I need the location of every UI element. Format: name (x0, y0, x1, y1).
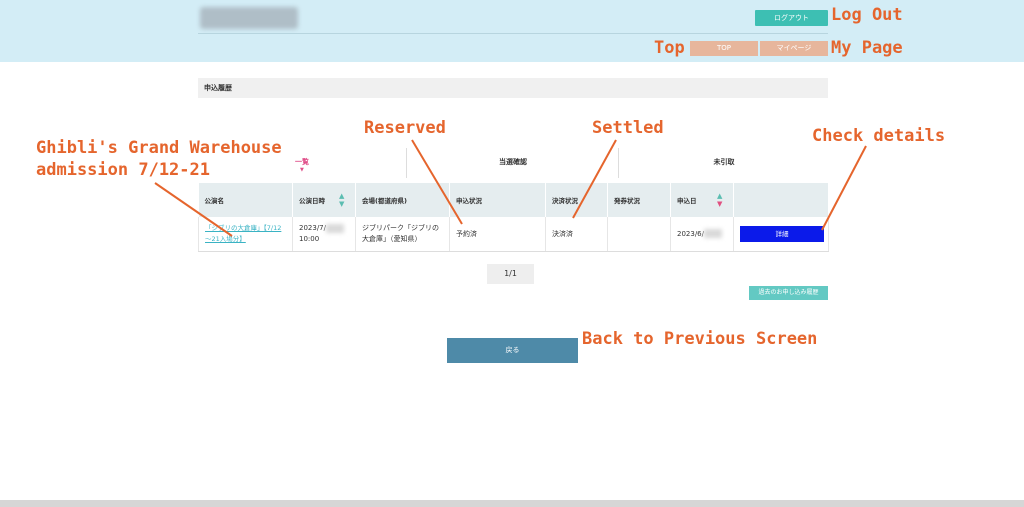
annotation-settled: Settled (592, 118, 664, 138)
applied-date-text: 2023/6/ (677, 229, 704, 238)
cell-applied-date: 2023/6/ (670, 217, 734, 252)
sort-icon[interactable]: ▲ ▼ (339, 192, 347, 208)
cell-payment-status: 決済済 (545, 217, 608, 252)
performance-link[interactable]: 「ジブリの大倉庫」【7/12～21入場分】 (205, 224, 281, 243)
annotation-ghibli-line2: admission 7/12-21 (36, 160, 210, 180)
application-history-table: 公演名 公演日時 ▲ ▼ 会場(都道府県) 申込状況 決済状況 発券状況 申込日 … (198, 183, 829, 252)
tab-all-label: 一覧 (295, 158, 309, 166)
date-line1: 2023/7/ (299, 224, 326, 232)
col-application-status: 申込状況 (449, 183, 546, 217)
annotation-ghibli-line1: Ghibli's Grand Warehouse (36, 138, 282, 158)
mypage-button[interactable]: マイページ (760, 41, 828, 56)
cell-date: 2023/7/10:00 (292, 217, 356, 252)
col-applied-date-label: 申込日 (677, 197, 697, 205)
tab-unclaimed[interactable]: 未引取 (618, 148, 829, 178)
top-button[interactable]: TOP (690, 41, 758, 56)
annotation-check-details: Check details (812, 126, 946, 146)
annotation-top: Top (654, 38, 685, 58)
annotation-logout: Log Out (831, 5, 903, 25)
col-performance: 公演名 (198, 183, 293, 217)
annotation-reserved: Reserved (364, 118, 446, 138)
cell-application-status: 予約済 (449, 217, 546, 252)
site-logo (200, 7, 298, 29)
col-date[interactable]: 公演日時 ▲ ▼ (292, 183, 356, 217)
redacted-blur (704, 229, 722, 238)
footer-bar (0, 500, 1024, 507)
cell-action: 詳細 (733, 217, 829, 252)
annotation-back: Back to Previous Screen (582, 329, 818, 349)
col-date-label: 公演日時 (299, 197, 325, 205)
cell-venue: ジブリパーク「ジブリの大倉庫」（愛知県） (355, 217, 450, 252)
past-history-button[interactable]: 過去のお申し込み履歴 (749, 286, 828, 300)
back-button[interactable]: 戻る (447, 338, 578, 363)
caret-down-icon: ▼ (300, 167, 304, 173)
col-venue: 会場(都道府県) (355, 183, 450, 217)
table-row: 「ジブリの大倉庫」【7/12～21入場分】 2023/7/10:00 ジブリパー… (198, 217, 829, 252)
section-title: 申込履歴 (198, 78, 828, 98)
logout-button[interactable]: ログアウト (755, 10, 828, 26)
tab-win-check[interactable]: 当選確認 (406, 148, 619, 178)
pagination: 1/1 (487, 264, 534, 284)
cell-performance: 「ジブリの大倉庫」【7/12～21入場分】 (198, 217, 293, 252)
redacted-blur (326, 223, 344, 233)
status-tabs: 一覧 ▼ 当選確認 未引取 (198, 148, 828, 178)
col-action (733, 183, 829, 217)
annotation-mypage: My Page (831, 38, 903, 58)
col-ticket-status: 発券状況 (607, 183, 671, 217)
sort-icon[interactable]: ▲ ▼ (717, 192, 725, 208)
table-header-row: 公演名 公演日時 ▲ ▼ 会場(都道府県) 申込状況 決済状況 発券状況 申込日 … (198, 183, 829, 217)
header-divider (198, 33, 828, 34)
annotation-lines (154, 139, 867, 237)
cell-ticket-status (607, 217, 671, 252)
col-applied-date[interactable]: 申込日 ▲ ▼ (670, 183, 734, 217)
date-line2: 10:00 (299, 235, 320, 243)
col-payment-status: 決済状況 (545, 183, 608, 217)
detail-button[interactable]: 詳細 (740, 226, 824, 242)
